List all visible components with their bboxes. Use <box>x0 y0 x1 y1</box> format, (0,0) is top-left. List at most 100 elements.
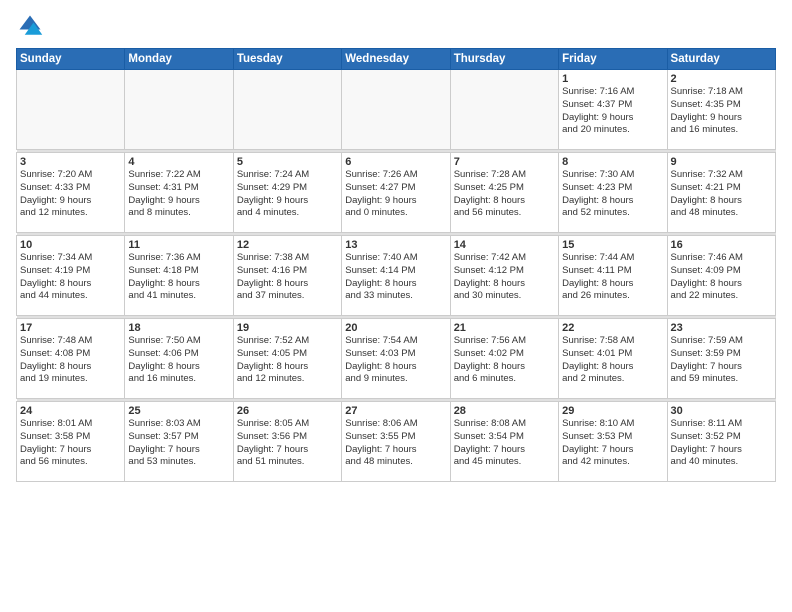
calendar-cell: 9Sunrise: 7:32 AM Sunset: 4:21 PM Daylig… <box>667 153 775 233</box>
day-info: Sunrise: 7:50 AM Sunset: 4:06 PM Dayligh… <box>128 335 229 386</box>
day-info: Sunrise: 7:18 AM Sunset: 4:35 PM Dayligh… <box>671 86 772 137</box>
calendar-cell: 14Sunrise: 7:42 AM Sunset: 4:12 PM Dayli… <box>450 236 558 316</box>
day-number: 23 <box>671 322 772 334</box>
calendar-cell: 21Sunrise: 7:56 AM Sunset: 4:02 PM Dayli… <box>450 319 558 399</box>
day-info: Sunrise: 7:22 AM Sunset: 4:31 PM Dayligh… <box>128 169 229 220</box>
day-number: 13 <box>345 239 446 251</box>
day-number: 8 <box>562 156 663 168</box>
day-number: 2 <box>671 73 772 85</box>
day-number: 7 <box>454 156 555 168</box>
calendar-cell: 25Sunrise: 8:03 AM Sunset: 3:57 PM Dayli… <box>125 402 233 482</box>
day-number: 12 <box>237 239 338 251</box>
day-number: 4 <box>128 156 229 168</box>
day-number: 28 <box>454 405 555 417</box>
day-number: 26 <box>237 405 338 417</box>
calendar: SundayMondayTuesdayWednesdayThursdayFrid… <box>16 48 776 482</box>
calendar-cell: 17Sunrise: 7:48 AM Sunset: 4:08 PM Dayli… <box>17 319 125 399</box>
calendar-cell <box>233 70 341 150</box>
calendar-cell: 23Sunrise: 7:59 AM Sunset: 3:59 PM Dayli… <box>667 319 775 399</box>
day-number: 11 <box>128 239 229 251</box>
day-number: 19 <box>237 322 338 334</box>
calendar-cell: 29Sunrise: 8:10 AM Sunset: 3:53 PM Dayli… <box>559 402 667 482</box>
day-info: Sunrise: 7:58 AM Sunset: 4:01 PM Dayligh… <box>562 335 663 386</box>
calendar-cell <box>125 70 233 150</box>
calendar-cell: 24Sunrise: 8:01 AM Sunset: 3:58 PM Dayli… <box>17 402 125 482</box>
calendar-cell: 10Sunrise: 7:34 AM Sunset: 4:19 PM Dayli… <box>17 236 125 316</box>
day-info: Sunrise: 7:36 AM Sunset: 4:18 PM Dayligh… <box>128 252 229 303</box>
calendar-cell: 30Sunrise: 8:11 AM Sunset: 3:52 PM Dayli… <box>667 402 775 482</box>
day-info: Sunrise: 7:56 AM Sunset: 4:02 PM Dayligh… <box>454 335 555 386</box>
day-number: 20 <box>345 322 446 334</box>
day-info: Sunrise: 7:59 AM Sunset: 3:59 PM Dayligh… <box>671 335 772 386</box>
calendar-week-row: 3Sunrise: 7:20 AM Sunset: 4:33 PM Daylig… <box>17 153 776 233</box>
day-number: 5 <box>237 156 338 168</box>
calendar-cell: 15Sunrise: 7:44 AM Sunset: 4:11 PM Dayli… <box>559 236 667 316</box>
calendar-header-row: SundayMondayTuesdayWednesdayThursdayFrid… <box>17 49 776 70</box>
day-info: Sunrise: 8:11 AM Sunset: 3:52 PM Dayligh… <box>671 418 772 469</box>
day-info: Sunrise: 7:38 AM Sunset: 4:16 PM Dayligh… <box>237 252 338 303</box>
day-info: Sunrise: 7:24 AM Sunset: 4:29 PM Dayligh… <box>237 169 338 220</box>
day-info: Sunrise: 8:05 AM Sunset: 3:56 PM Dayligh… <box>237 418 338 469</box>
weekday-header: Monday <box>125 49 233 70</box>
calendar-cell <box>450 70 558 150</box>
calendar-cell: 19Sunrise: 7:52 AM Sunset: 4:05 PM Dayli… <box>233 319 341 399</box>
day-info: Sunrise: 7:28 AM Sunset: 4:25 PM Dayligh… <box>454 169 555 220</box>
day-info: Sunrise: 8:01 AM Sunset: 3:58 PM Dayligh… <box>20 418 121 469</box>
day-info: Sunrise: 7:40 AM Sunset: 4:14 PM Dayligh… <box>345 252 446 303</box>
day-number: 25 <box>128 405 229 417</box>
day-info: Sunrise: 8:06 AM Sunset: 3:55 PM Dayligh… <box>345 418 446 469</box>
calendar-cell: 12Sunrise: 7:38 AM Sunset: 4:16 PM Dayli… <box>233 236 341 316</box>
day-info: Sunrise: 7:20 AM Sunset: 4:33 PM Dayligh… <box>20 169 121 220</box>
day-info: Sunrise: 8:03 AM Sunset: 3:57 PM Dayligh… <box>128 418 229 469</box>
day-number: 14 <box>454 239 555 251</box>
calendar-cell: 7Sunrise: 7:28 AM Sunset: 4:25 PM Daylig… <box>450 153 558 233</box>
day-number: 17 <box>20 322 121 334</box>
day-number: 6 <box>345 156 446 168</box>
calendar-cell: 2Sunrise: 7:18 AM Sunset: 4:35 PM Daylig… <box>667 70 775 150</box>
day-number: 9 <box>671 156 772 168</box>
calendar-cell: 1Sunrise: 7:16 AM Sunset: 4:37 PM Daylig… <box>559 70 667 150</box>
day-info: Sunrise: 7:26 AM Sunset: 4:27 PM Dayligh… <box>345 169 446 220</box>
calendar-week-row: 1Sunrise: 7:16 AM Sunset: 4:37 PM Daylig… <box>17 70 776 150</box>
weekday-header: Friday <box>559 49 667 70</box>
day-number: 18 <box>128 322 229 334</box>
weekday-header: Thursday <box>450 49 558 70</box>
logo <box>16 12 48 40</box>
day-number: 16 <box>671 239 772 251</box>
day-info: Sunrise: 8:10 AM Sunset: 3:53 PM Dayligh… <box>562 418 663 469</box>
weekday-header: Wednesday <box>342 49 450 70</box>
calendar-body: 1Sunrise: 7:16 AM Sunset: 4:37 PM Daylig… <box>17 70 776 482</box>
day-info: Sunrise: 7:52 AM Sunset: 4:05 PM Dayligh… <box>237 335 338 386</box>
calendar-week-row: 10Sunrise: 7:34 AM Sunset: 4:19 PM Dayli… <box>17 236 776 316</box>
calendar-cell: 22Sunrise: 7:58 AM Sunset: 4:01 PM Dayli… <box>559 319 667 399</box>
day-number: 1 <box>562 73 663 85</box>
day-info: Sunrise: 7:32 AM Sunset: 4:21 PM Dayligh… <box>671 169 772 220</box>
page: SundayMondayTuesdayWednesdayThursdayFrid… <box>0 0 792 612</box>
day-number: 10 <box>20 239 121 251</box>
calendar-cell: 16Sunrise: 7:46 AM Sunset: 4:09 PM Dayli… <box>667 236 775 316</box>
calendar-cell: 26Sunrise: 8:05 AM Sunset: 3:56 PM Dayli… <box>233 402 341 482</box>
calendar-cell: 11Sunrise: 7:36 AM Sunset: 4:18 PM Dayli… <box>125 236 233 316</box>
day-info: Sunrise: 7:48 AM Sunset: 4:08 PM Dayligh… <box>20 335 121 386</box>
day-number: 22 <box>562 322 663 334</box>
calendar-cell <box>342 70 450 150</box>
calendar-cell: 6Sunrise: 7:26 AM Sunset: 4:27 PM Daylig… <box>342 153 450 233</box>
day-number: 3 <box>20 156 121 168</box>
calendar-cell: 28Sunrise: 8:08 AM Sunset: 3:54 PM Dayli… <box>450 402 558 482</box>
header <box>16 12 776 40</box>
calendar-cell: 5Sunrise: 7:24 AM Sunset: 4:29 PM Daylig… <box>233 153 341 233</box>
day-info: Sunrise: 7:30 AM Sunset: 4:23 PM Dayligh… <box>562 169 663 220</box>
calendar-cell: 18Sunrise: 7:50 AM Sunset: 4:06 PM Dayli… <box>125 319 233 399</box>
calendar-cell: 13Sunrise: 7:40 AM Sunset: 4:14 PM Dayli… <box>342 236 450 316</box>
calendar-cell <box>17 70 125 150</box>
calendar-cell: 8Sunrise: 7:30 AM Sunset: 4:23 PM Daylig… <box>559 153 667 233</box>
weekday-header: Tuesday <box>233 49 341 70</box>
day-number: 15 <box>562 239 663 251</box>
day-number: 24 <box>20 405 121 417</box>
calendar-week-row: 17Sunrise: 7:48 AM Sunset: 4:08 PM Dayli… <box>17 319 776 399</box>
day-info: Sunrise: 7:42 AM Sunset: 4:12 PM Dayligh… <box>454 252 555 303</box>
calendar-week-row: 24Sunrise: 8:01 AM Sunset: 3:58 PM Dayli… <box>17 402 776 482</box>
calendar-cell: 27Sunrise: 8:06 AM Sunset: 3:55 PM Dayli… <box>342 402 450 482</box>
calendar-cell: 3Sunrise: 7:20 AM Sunset: 4:33 PM Daylig… <box>17 153 125 233</box>
day-number: 30 <box>671 405 772 417</box>
